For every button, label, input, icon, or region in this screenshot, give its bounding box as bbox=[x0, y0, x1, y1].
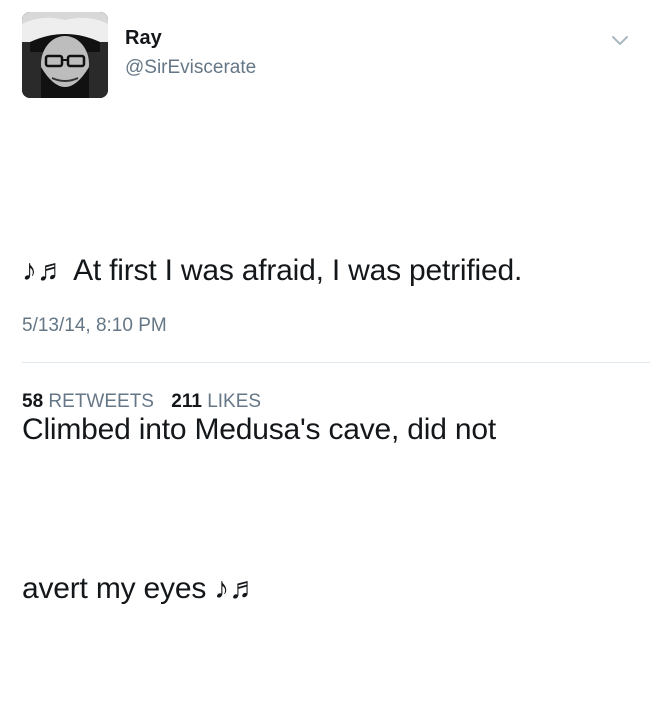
likes-count: 211 bbox=[171, 391, 202, 412]
tweet-card: Ray @SirEviscerate ♪♬ At first I was afr… bbox=[0, 0, 650, 605]
user-avatar-icon bbox=[22, 12, 108, 98]
likes-label: LIKES bbox=[207, 391, 262, 412]
avatar[interactable] bbox=[22, 12, 108, 98]
author-display-name[interactable]: Ray bbox=[125, 26, 162, 50]
author-handle[interactable]: @SirEviscerate bbox=[125, 56, 256, 80]
retweets-stat[interactable]: 58 RETWEETS bbox=[22, 391, 154, 412]
retweets-count: 58 bbox=[22, 391, 44, 412]
tweet-text: ♪♬ At first I was afraid, I was petrifie… bbox=[22, 138, 637, 721]
tweet-text-line: ♪♬ At first I was afraid, I was petrifie… bbox=[22, 254, 523, 287]
tweet-stats: 58 RETWEETS 211 LIKES bbox=[22, 390, 273, 414]
likes-stat[interactable]: 211 LIKES bbox=[171, 391, 261, 412]
tweet-text-line: avert my eyes ♪♬ bbox=[22, 572, 259, 605]
retweets-label: RETWEETS bbox=[48, 391, 154, 412]
divider bbox=[22, 362, 650, 363]
chevron-down-icon[interactable] bbox=[608, 30, 632, 50]
tweet-timestamp[interactable]: 5/13/14, 8:10 PM bbox=[22, 314, 167, 338]
